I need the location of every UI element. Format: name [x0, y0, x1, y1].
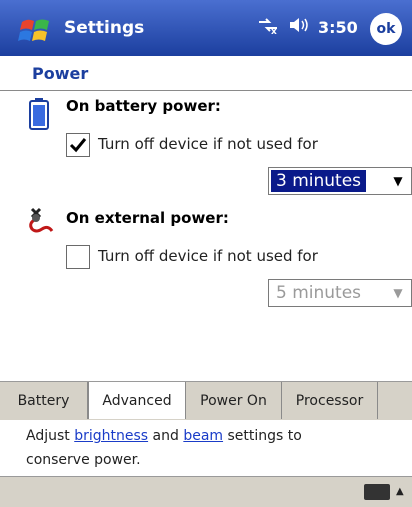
svg-text:x: x [271, 27, 277, 34]
power-content: On battery power: Turn off device if not… [0, 91, 412, 381]
hint-text: Adjust brightness and beam settings to c… [0, 420, 412, 476]
hint-middle: and [148, 428, 184, 444]
battery-timeout-dropdown[interactable]: 3 minutes ▼ [268, 167, 412, 195]
battery-timeout-value: 3 minutes [271, 170, 367, 192]
ok-button[interactable]: ok [370, 13, 402, 45]
external-turn-off-label: Turn off device if not used for [98, 247, 318, 265]
tab-battery[interactable]: Battery [0, 382, 88, 419]
external-turn-off-checkbox[interactable] [66, 245, 90, 269]
tab-advanced[interactable]: Advanced [88, 382, 186, 419]
beam-link[interactable]: beam [183, 428, 223, 444]
battery-turn-off-checkbox[interactable] [66, 133, 90, 157]
hint-suffix: settings to [223, 428, 302, 444]
app-title: Settings [64, 18, 145, 38]
status-area: x 3:50 [256, 16, 358, 38]
external-heading: On external power: [66, 209, 229, 227]
plug-icon [26, 205, 54, 239]
windows-start-icon[interactable] [18, 14, 52, 48]
tab-bar: Battery Advanced Power On Processor [0, 381, 412, 421]
battery-heading: On battery power: [66, 97, 221, 115]
title-bar: Settings x 3:50 ok [0, 0, 412, 56]
tab-power-on[interactable]: Power On [186, 382, 282, 419]
chevron-down-icon[interactable]: ▼ [385, 280, 411, 306]
brightness-link[interactable]: brightness [74, 428, 148, 444]
clock[interactable]: 3:50 [318, 18, 358, 37]
external-timeout-dropdown[interactable]: 5 minutes ▼ [268, 279, 412, 307]
connectivity-icon[interactable]: x [256, 16, 280, 38]
speaker-icon[interactable] [288, 16, 310, 38]
page-title: Power [32, 64, 89, 83]
hint-line2: conserve power. [26, 452, 141, 468]
page-header: Power [0, 56, 412, 91]
bottom-bar: ▲ [0, 476, 412, 507]
hint-prefix: Adjust [26, 428, 75, 444]
tab-processor[interactable]: Processor [282, 382, 378, 419]
keyboard-icon[interactable] [364, 484, 390, 500]
external-timeout-value: 5 minutes [276, 283, 362, 303]
battery-turn-off-label: Turn off device if not used for [98, 135, 318, 153]
battery-icon [28, 97, 50, 135]
chevron-down-icon[interactable]: ▼ [385, 168, 411, 194]
up-arrow-icon[interactable]: ▲ [396, 486, 404, 497]
